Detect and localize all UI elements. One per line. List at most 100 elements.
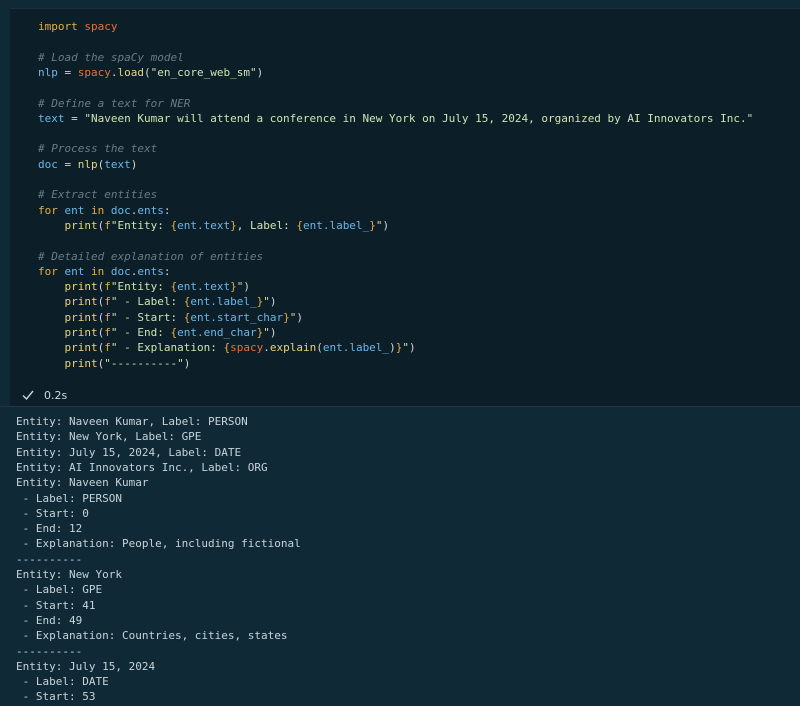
code-line: # Load the spaCy model xyxy=(38,50,184,65)
output-line: - Label: PERSON xyxy=(16,491,122,505)
code-token: : xyxy=(163,203,171,217)
code-token: ents xyxy=(137,264,164,278)
code-token: print xyxy=(64,310,98,324)
output-line: ---------- xyxy=(16,552,83,566)
code-token: doc xyxy=(110,264,131,278)
code-token: spacy xyxy=(84,20,118,33)
code-token: ent.text xyxy=(177,218,231,232)
code-token: ent.text xyxy=(177,280,231,294)
code-line: print(f"Entity: {ent.text}, Label: {ent.… xyxy=(38,218,390,233)
code-cell[interactable]: import spacy # Load the spaCy model nlp = … xyxy=(10,8,800,406)
code-line: doc = nlp(text) xyxy=(38,157,137,172)
code-token: ent.label_ xyxy=(302,218,370,232)
code-line: # Extract entities xyxy=(38,187,157,202)
code-line: print("----------") xyxy=(38,356,191,371)
code-token: . xyxy=(110,65,118,79)
code-token: # Load the spaCy model xyxy=(38,50,184,64)
code-line: print(f" - Explanation: {spacy.explain(e… xyxy=(38,340,416,355)
code-token: " - Start: xyxy=(110,310,184,324)
code-token: "----------" xyxy=(104,356,184,370)
code-token: f xyxy=(104,341,111,355)
code-token: import xyxy=(38,20,85,33)
code-token: ent.start_char xyxy=(190,310,284,324)
code-token: " - Label: xyxy=(110,295,184,309)
code-token: ) xyxy=(243,280,250,294)
output-line: - Start: 53 xyxy=(16,690,96,704)
output-line: - Label: GPE xyxy=(16,583,103,597)
output-line: - Explanation: Countries, cities, states xyxy=(16,629,288,643)
code-token: ) xyxy=(269,326,277,339)
output-line: - Start: 41 xyxy=(16,598,96,612)
code-token: } xyxy=(230,218,237,232)
code-token: ) xyxy=(130,157,138,171)
code-token: in xyxy=(84,264,111,278)
code-token: spacy xyxy=(77,65,111,79)
code-token: # Extract entities xyxy=(38,188,158,202)
code-token: "Naveen Kumar will attend a conference i… xyxy=(84,111,754,125)
code-line: text = "Naveen Kumar will attend a confe… xyxy=(38,111,753,126)
code-token: f xyxy=(104,280,111,294)
code-line: # Define a text for NER xyxy=(38,96,190,111)
code-line: print(f"Entity: {ent.text}") xyxy=(38,279,250,294)
code-token: ent.end_char xyxy=(177,326,257,339)
code-token: ents xyxy=(137,203,164,217)
code-token: text xyxy=(38,111,65,125)
output-line: ---------- xyxy=(16,644,83,658)
code-token: print xyxy=(64,326,98,339)
code-token: print xyxy=(64,295,98,309)
code-token: " xyxy=(402,341,409,355)
code-token: ent.label_ xyxy=(190,295,257,309)
code-token: . xyxy=(263,341,270,355)
code-line: # Process the text xyxy=(38,141,157,156)
output-line: Entity: July 15, 2024, Label: DATE xyxy=(16,445,242,459)
notebook: import spacy # Load the spaCy model nlp = … xyxy=(0,0,800,706)
code-token: ) xyxy=(382,218,390,232)
code-line: import spacy xyxy=(38,19,117,34)
code-token: = xyxy=(64,111,85,125)
code-token: " xyxy=(263,326,270,339)
code-token: doc xyxy=(38,157,58,171)
code-token: ent xyxy=(64,264,85,278)
code-line: print(f" - Label: {ent.label_}") xyxy=(38,294,277,309)
cell-output: Entity: Naveen Kumar, Label: PERSON Entit… xyxy=(0,407,800,706)
code-token: } xyxy=(369,218,376,232)
output-line: - End: 12 xyxy=(16,522,83,536)
output-line: - End: 49 xyxy=(16,613,83,627)
code-token: ( xyxy=(316,341,323,355)
output-line: Entity: July 15, 2024 xyxy=(16,659,156,673)
cell-status-row: 0.2s xyxy=(10,386,800,406)
code-token: nlp xyxy=(38,65,58,79)
code-token: spacy xyxy=(230,341,264,355)
code-token: # Detailed explanation of entities xyxy=(38,249,264,263)
code-token: "Entity: xyxy=(110,218,171,232)
code-token: print xyxy=(64,280,98,294)
code-line: print(f" - Start: {ent.start_char}") xyxy=(38,310,303,325)
code-token: { xyxy=(296,218,303,232)
code-token: text xyxy=(104,157,131,171)
code-token: = xyxy=(57,157,78,171)
code-token: : xyxy=(163,264,171,278)
code-token: } xyxy=(283,310,290,324)
execution-time: 0.2s xyxy=(44,389,68,402)
code-token: "en_core_web_sm" xyxy=(150,65,257,79)
code-token: "Entity: xyxy=(110,280,171,294)
code-token: for xyxy=(38,203,65,217)
code-token: f xyxy=(104,218,111,232)
code-token: , Label: xyxy=(236,218,297,232)
code-line: print(f" - End: {ent.end_char}") xyxy=(38,325,277,340)
code-token: ) xyxy=(389,341,396,355)
output-line: Entity: New York xyxy=(16,568,122,581)
code-token: ) xyxy=(183,356,191,370)
code-token: print xyxy=(64,341,98,355)
code-token: # Define a text for NER xyxy=(38,96,191,110)
code-token: = xyxy=(57,65,78,79)
code-token: ) xyxy=(269,295,277,309)
output-line: Entity: New York, Label: GPE xyxy=(16,430,202,444)
output-line: Entity: Naveen Kumar xyxy=(16,476,149,490)
